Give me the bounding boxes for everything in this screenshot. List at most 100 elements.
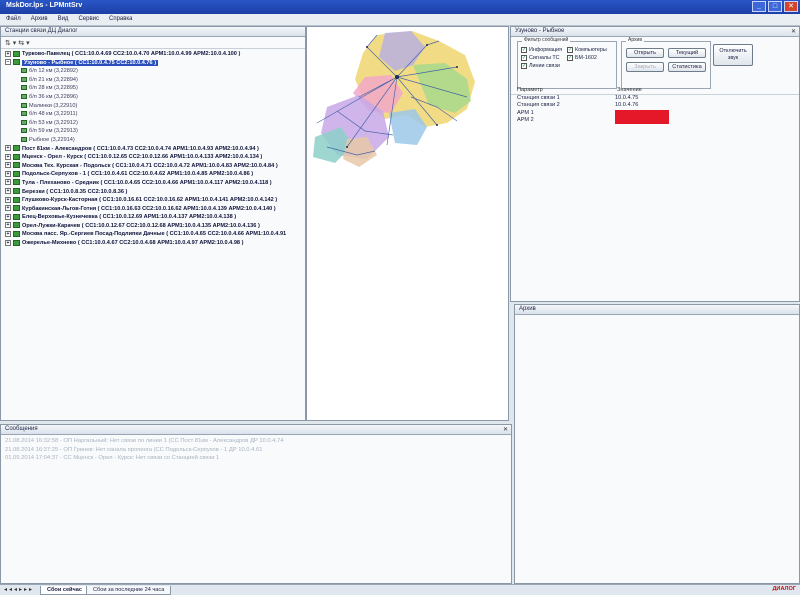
expand-icon[interactable]: + xyxy=(5,188,11,195)
station-icon xyxy=(21,93,27,99)
tree-item[interactable]: + Березки ( СС1:10.0.8.35 СС2:10.0.8.36 ) xyxy=(3,188,303,197)
tree-subitem[interactable]: б/п 28 км (3,22895) xyxy=(3,84,303,93)
expand-icon[interactable]: + xyxy=(5,196,11,203)
station-icon xyxy=(21,68,27,74)
expand-icon[interactable]: + xyxy=(5,50,11,57)
stations-tree[interactable]: + Турково-Павелец ( СС1:10.0.4.69 СС2:10.… xyxy=(1,49,305,249)
expand-icon[interactable]: + xyxy=(5,179,11,186)
station-icon xyxy=(21,128,27,134)
tree-item[interactable]: + Елец-Верховье-Кузнечевка ( СС1:10.0.12.… xyxy=(3,213,303,222)
menu-archive[interactable]: Архив xyxy=(31,16,48,23)
expand-icon[interactable]: + xyxy=(5,239,11,246)
station-icon xyxy=(13,188,20,195)
tree-item-label: Курбакинская-Льгов-Готня ( СС1:10.0.16.6… xyxy=(22,205,276,212)
tree-item-label: Тула - Плеханово - Средник ( СС1:10.0.4.… xyxy=(22,179,272,186)
filter-label: Информация xyxy=(529,47,563,53)
stations-panel-header: Станции связи ДЦ Диалог xyxy=(1,27,305,37)
tree-item[interactable]: + Мценск - Орел - Курск ( СС1:10.0.12.65 … xyxy=(3,153,303,162)
tree-subitem[interactable]: б/п 59 км (3,22913) xyxy=(3,127,303,136)
filter-checkbox[interactable]: ✓ Сигналы ТС xyxy=(521,55,565,61)
checkbox-icon[interactable]: ✓ xyxy=(567,55,573,61)
maximize-button[interactable]: □ xyxy=(768,1,782,12)
param-name: АРМ 1 xyxy=(517,109,534,116)
tree-item-label: б/п 53 км (3,22912) xyxy=(29,119,78,126)
menu-view[interactable]: Вид xyxy=(58,16,69,23)
expand-icon[interactable]: + xyxy=(5,205,11,212)
message-item[interactable]: 01.09.2014 17:04:37 - СС Мценск - Орел -… xyxy=(1,454,511,463)
filter-label: Сигналы ТС xyxy=(529,55,560,61)
checkbox-icon[interactable]: ✓ xyxy=(567,47,573,53)
tree-item[interactable]: + Пост 81км - Александров ( СС1:10.0.4.73… xyxy=(3,145,303,154)
tree-item-label: Пост 81км - Александров ( СС1:10.0.4.73 … xyxy=(22,145,259,152)
mute-sound-button[interactable]: Отключить звук xyxy=(713,44,753,66)
expand-icon[interactable]: − xyxy=(5,59,11,66)
filter-checkbox[interactable]: ✓ Информация xyxy=(521,47,565,53)
tree-subitem[interactable]: б/п 53 км (3,22912) xyxy=(3,119,303,128)
tree-subitem[interactable]: б/п 48 км (3,22911) xyxy=(3,110,303,119)
current-button[interactable]: Текущий xyxy=(668,48,706,58)
window-title: MskDor.lps - LPMntSrv xyxy=(6,2,83,9)
tree-item[interactable]: + Глушково-Курск-Касторная ( СС1:10.0.16.… xyxy=(3,196,303,205)
station-icon xyxy=(21,111,27,117)
message-item[interactable]: 21.08.2014 16:37:25 - ОП Гринев: Нет кан… xyxy=(1,446,511,455)
tree-item-label: б/п 12 км (3,22892) xyxy=(29,68,78,75)
close-icon[interactable]: ✕ xyxy=(791,28,796,35)
menu-bar: Файл Архив Вид Сервис Справка xyxy=(0,14,800,26)
tree-subitem[interactable]: б/п 21 км (3,22894) xyxy=(3,76,303,85)
tab-nav-arrows-icon[interactable]: ◂◂◂▸▸▸ xyxy=(4,586,34,593)
messages-list[interactable]: 21.08.2014 16:32:58 - ОП Наргальный: Нет… xyxy=(1,435,511,463)
minimize-button[interactable]: _ xyxy=(752,1,766,12)
open-button[interactable]: Открыть xyxy=(626,48,664,58)
tree-item[interactable]: + Тула - Плеханово - Средник ( СС1:10.0.4… xyxy=(3,179,303,188)
tree-subitem[interactable]: б/п 36 км (3,22896) xyxy=(3,93,303,102)
tree-item[interactable]: + Курбакинская-Льгов-Готня ( СС1:10.0.16.… xyxy=(3,205,303,214)
messages-title: Сообщения xyxy=(5,426,38,432)
tree-item[interactable]: + Москва Тех. Курская - Подольск ( СС1:10… xyxy=(3,162,303,171)
tree-item-label: Подольск-Серпухов - 1 ( СС1:10.0.4.61 СС… xyxy=(22,171,254,178)
tree-toolbar[interactable]: ⇅ ▾ ⇆ ▾ xyxy=(1,37,305,49)
tree-item-label: б/п 48 км (3,22911) xyxy=(29,111,78,118)
menu-help[interactable]: Справка xyxy=(109,16,133,23)
filter-checkbox[interactable]: ✓ Компьютеры xyxy=(567,47,611,53)
expand-icon[interactable]: + xyxy=(5,213,11,220)
sort-icon[interactable]: ⇅ ▾ ⇆ ▾ xyxy=(5,40,30,47)
tree-item[interactable]: + Турково-Павелец ( СС1:10.0.4.69 СС2:10.… xyxy=(3,50,303,59)
map-panel[interactable] xyxy=(306,26,509,421)
expand-icon[interactable]: + xyxy=(5,170,11,177)
close-button[interactable]: ✕ xyxy=(784,1,798,12)
stations-panel-title: Станции связи ДЦ Диалог xyxy=(5,28,78,34)
expand-icon[interactable]: + xyxy=(5,222,11,229)
expand-icon[interactable]: + xyxy=(5,153,11,160)
filter-checkbox[interactable]: ✓ Линии связи xyxy=(521,63,565,69)
railway-map[interactable] xyxy=(307,27,508,420)
close-icon[interactable]: ✕ xyxy=(503,426,508,433)
tree-item[interactable]: − Узуново - Рыбное ( СС1:10.0.4.75 СС2:10… xyxy=(3,59,303,68)
checkbox-icon[interactable]: ✓ xyxy=(521,47,527,53)
tree-subitem[interactable]: Малинки (3,22910) xyxy=(3,102,303,111)
tree-item[interactable]: + Москва пасс. Яр.-Сергиев Посад-Подлипки… xyxy=(3,230,303,239)
station-icon xyxy=(13,239,20,246)
filter-checkbox[interactable]: ✓ БМ-1602 xyxy=(567,55,611,61)
table-row: АРМ 1 xyxy=(511,109,799,118)
menu-file[interactable]: Файл xyxy=(6,16,21,23)
expand-icon[interactable]: + xyxy=(5,145,11,152)
checkbox-icon[interactable]: ✓ xyxy=(521,63,527,69)
tree-subitem[interactable]: б/п 12 км (3,22892) xyxy=(3,67,303,76)
expand-icon[interactable]: + xyxy=(5,230,11,237)
statistics-button[interactable]: Статистика xyxy=(668,62,706,72)
tree-item-label: Рыбное (3,22914) xyxy=(29,136,75,143)
param-name: Станция связи 1 xyxy=(517,94,560,101)
tree-item-label: б/п 28 км (3,22895) xyxy=(29,85,78,92)
tree-item[interactable]: + Подольск-Серпухов - 1 ( СС1:10.0.4.61 С… xyxy=(3,170,303,179)
tree-item[interactable]: + Орел-Лужки-Карачев ( СС1:10.0.12.67 СС2… xyxy=(3,222,303,231)
message-item[interactable]: 21.08.2014 16:32:58 - ОП Наргальный: Нет… xyxy=(1,437,511,446)
close-archive-button[interactable]: Закрыть xyxy=(626,62,664,72)
parameters-table: Параметр Значение Станция связи 1 10.0.4.… xyxy=(511,87,799,125)
menu-service[interactable]: Сервис xyxy=(78,16,99,23)
checkbox-icon[interactable]: ✓ xyxy=(521,55,527,61)
expand-icon[interactable]: + xyxy=(5,162,11,169)
filter-label: Линии связи xyxy=(529,63,560,69)
station-icon xyxy=(13,196,20,203)
tree-subitem[interactable]: Рыбное (3,22914) xyxy=(3,136,303,145)
tree-item[interactable]: + Ожерелье-Михнево ( СС1:10.0.4.67 СС2:10… xyxy=(3,239,303,248)
